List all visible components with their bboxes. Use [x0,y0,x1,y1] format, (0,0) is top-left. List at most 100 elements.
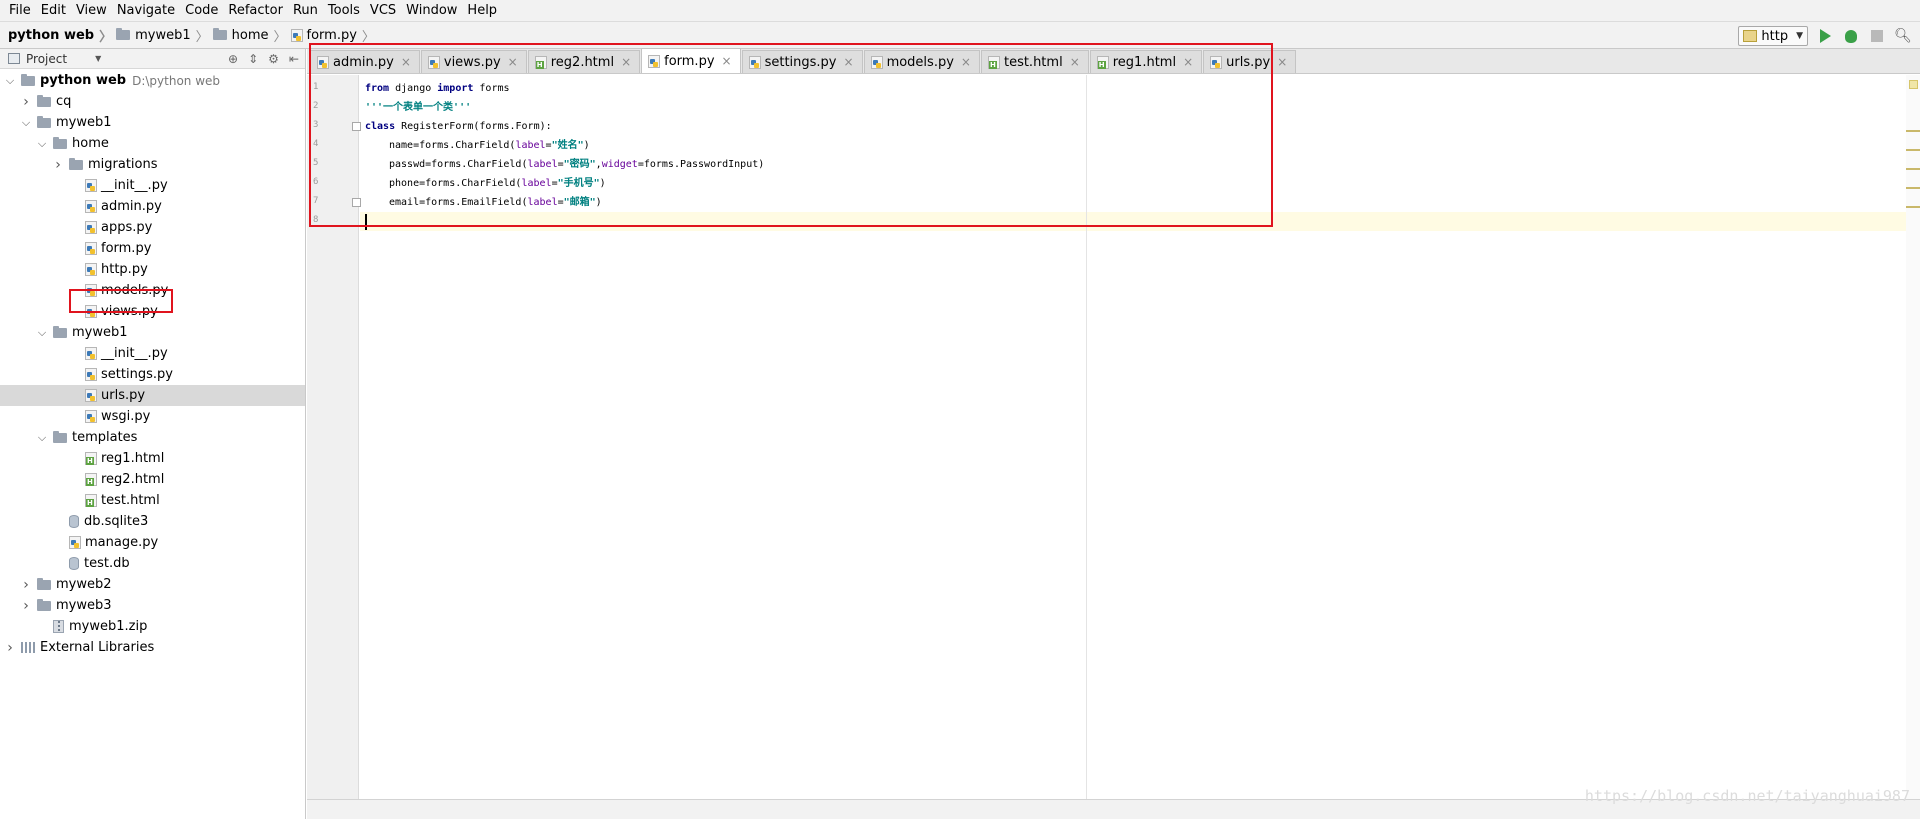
menu-code[interactable]: Code [180,0,223,21]
tree-item[interactable]: › cq [0,91,305,112]
tree-item[interactable]: myweb1.zip [0,616,305,637]
menu-window[interactable]: Window [401,0,462,21]
chevron-right-icon[interactable]: › [20,94,32,110]
editor-tab[interactable]: models.py × [863,50,980,73]
collapse-all-icon[interactable]: ⇕ [248,52,258,66]
chevron-down-icon[interactable]: ⌵ [4,74,16,88]
search-everywhere-button[interactable]: 🔍︎ [1894,27,1912,45]
project-view-select[interactable]: Project [26,52,67,66]
menu-help[interactable]: Help [462,0,502,21]
hide-panel-icon[interactable]: ⇤ [289,52,299,66]
code-editor[interactable]: 12345678 from django import forms '''一个表单… [307,75,1920,801]
run-configuration-select[interactable]: http ▼ [1738,26,1808,46]
tree-item[interactable]: admin.py [0,196,305,217]
code-line[interactable]: name=forms.CharField(label="姓名") [365,136,590,155]
menu-edit[interactable]: Edit [36,0,71,21]
tree-item[interactable]: wsgi.py [0,406,305,427]
menu-vcs[interactable]: VCS [365,0,401,21]
code-line[interactable]: class RegisterForm(forms.Form): [365,117,552,136]
fold-marker-icon[interactable] [352,198,361,207]
tree-item[interactable]: manage.py [0,532,305,553]
breadcrumb-item[interactable]: form.py 〉 [290,26,379,45]
chevron-right-icon[interactable]: › [20,598,32,614]
tree-item[interactable]: models.py [0,280,305,301]
code-line[interactable]: passwd=forms.CharField(label="密码",widget… [365,155,764,174]
close-icon[interactable]: × [1070,55,1080,69]
editor-tab[interactable]: reg2.html × [527,50,641,73]
menu-tools[interactable]: Tools [323,0,365,21]
tree-item[interactable]: __init__.py [0,175,305,196]
breadcrumb-item[interactable]: python web 〉 [8,26,116,45]
error-stripe-scrollbar[interactable] [1906,75,1920,801]
code-line[interactable]: from django import forms [365,79,510,98]
tree-item[interactable]: ⌵ templates [0,427,305,448]
close-icon[interactable]: × [621,55,631,69]
tree-item[interactable]: › migrations [0,154,305,175]
breadcrumb-item[interactable]: myweb1 〉 [116,26,213,45]
breadcrumb-item[interactable]: home 〉 [212,26,291,45]
close-icon[interactable]: × [401,55,411,69]
stripe-marker[interactable] [1906,130,1920,132]
close-icon[interactable]: × [722,54,732,68]
stop-button[interactable] [1868,27,1886,45]
tree-item[interactable]: › External Libraries [0,637,305,658]
close-icon[interactable]: × [508,55,518,69]
stripe-marker[interactable] [1906,187,1920,189]
tree-item[interactable]: › myweb3 [0,595,305,616]
chevron-right-icon[interactable]: › [4,640,16,656]
chevron-right-icon[interactable]: › [52,157,64,173]
tree-item[interactable]: db.sqlite3 [0,511,305,532]
fold-marker-icon[interactable] [352,122,361,131]
tree-item[interactable]: form.py [0,238,305,259]
close-icon[interactable]: × [1183,55,1193,69]
editor-tab[interactable]: test.html × [980,50,1089,73]
tree-item[interactable]: ⌵ myweb1 [0,322,305,343]
close-icon[interactable]: × [961,55,971,69]
tree-item[interactable]: reg2.html [0,469,305,490]
tree-item[interactable]: reg1.html [0,448,305,469]
editor-tab[interactable]: settings.py × [741,50,863,73]
inspection-status-icon[interactable] [1909,80,1918,89]
stripe-marker[interactable] [1906,168,1920,170]
chevron-right-icon[interactable]: › [20,577,32,593]
tree-item[interactable]: › myweb2 [0,574,305,595]
stripe-marker[interactable] [1906,149,1920,151]
tree-item[interactable]: ⌵ python web D:\python web [0,70,305,91]
tree-item[interactable]: settings.py [0,364,305,385]
chevron-down-icon[interactable]: ⌵ [36,137,48,151]
tree-item[interactable]: __init__.py [0,343,305,364]
chevron-down-icon[interactable]: ⌵ [20,116,32,130]
editor-tab[interactable]: views.py × [420,50,527,73]
tree-item[interactable]: test.html [0,490,305,511]
tree-item[interactable]: ⌵ myweb1 [0,112,305,133]
code-line[interactable]: '''一个表单一个类''' [365,98,471,117]
tree-item[interactable]: apps.py [0,217,305,238]
code-line[interactable]: email=forms.EmailField(label="邮箱") [365,193,602,212]
chevron-down-icon[interactable]: ⌵ [36,431,48,445]
debug-button[interactable] [1842,27,1860,45]
editor-tab[interactable]: admin.py × [310,50,420,73]
run-config-label: http [1761,28,1789,44]
locate-file-icon[interactable]: ⊕ [228,52,238,66]
stripe-marker[interactable] [1906,206,1920,208]
tree-item[interactable]: http.py [0,259,305,280]
gear-icon[interactable]: ⚙ [268,52,279,66]
menu-refactor[interactable]: Refactor [223,0,288,21]
editor-tab[interactable]: urls.py × [1203,50,1297,73]
close-icon[interactable]: × [844,55,854,69]
chevron-down-icon[interactable]: ▼ [95,54,101,63]
menu-navigate[interactable]: Navigate [112,0,180,21]
code-line[interactable]: phone=forms.CharField(label="手机号") [365,174,606,193]
editor-tab[interactable]: form.py × [641,48,741,73]
tree-item[interactable]: test.db [0,553,305,574]
chevron-down-icon[interactable]: ⌵ [36,326,48,340]
close-icon[interactable]: × [1277,55,1287,69]
menu-file[interactable]: File [4,0,36,21]
tree-item[interactable]: views.py [0,301,305,322]
tree-item[interactable]: ⌵ home [0,133,305,154]
editor-tab[interactable]: reg1.html × [1089,50,1203,73]
menu-run[interactable]: Run [288,0,323,21]
run-button[interactable] [1816,27,1834,45]
menu-view[interactable]: View [71,0,112,21]
tree-item[interactable]: urls.py [0,385,305,406]
